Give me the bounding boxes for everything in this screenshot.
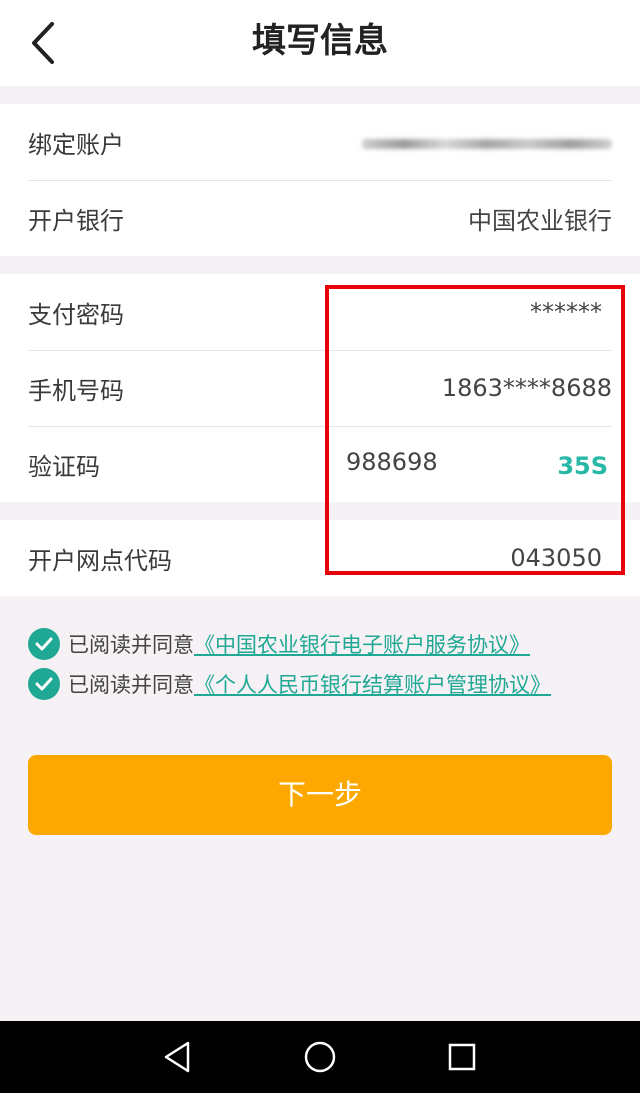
system-nav-bar <box>0 1021 640 1093</box>
app-header: 填写信息 <box>0 0 640 86</box>
bind-account-value-blurred <box>362 129 612 155</box>
bind-account-label: 绑定账户 <box>28 130 124 159</box>
pay-password-label: 支付密码 <box>28 300 124 329</box>
agreement-row: 已阅读并同意 《个人人民币银行结算账户管理协议》 <box>28 667 551 701</box>
bind-account-row: 绑定账户 <box>28 104 612 181</box>
highlight-annotation-box <box>325 285 625 575</box>
branch-code-label: 开户网点代码 <box>28 546 172 575</box>
bank-label: 开户银行 <box>28 206 124 235</box>
phone-label: 手机号码 <box>28 376 124 405</box>
agreement-prefix: 已阅读并同意 <box>68 673 194 697</box>
agreement-row: 已阅读并同意 《中国农业银行电子账户服务协议》 <box>28 627 530 661</box>
next-step-button[interactable]: 下一步 <box>28 755 612 835</box>
bank-row: 开户银行 中国农业银行 <box>28 180 612 256</box>
recent-square-icon <box>448 1043 476 1071</box>
back-triangle-icon <box>164 1041 190 1073</box>
page-title: 填写信息 <box>252 21 388 61</box>
agreement-prefix: 已阅读并同意 <box>68 633 194 657</box>
nav-recent-button[interactable] <box>444 1039 480 1075</box>
agreement-checkbox[interactable] <box>28 668 60 700</box>
agreement-checkbox[interactable] <box>28 628 60 660</box>
agreement-link-settlement[interactable]: 《个人人民币银行结算账户管理协议》 <box>194 669 551 699</box>
bank-value: 中国农业银行 <box>468 206 612 235</box>
nav-home-button[interactable] <box>302 1039 338 1075</box>
nav-back-button[interactable] <box>160 1039 196 1075</box>
verify-code-label: 验证码 <box>28 452 100 481</box>
account-section: 绑定账户 开户银行 中国农业银行 <box>0 104 640 256</box>
check-icon <box>35 637 53 651</box>
check-icon <box>35 677 53 691</box>
home-circle-icon <box>304 1041 336 1073</box>
agreement-link-service[interactable]: 《中国农业银行电子账户服务协议》 <box>194 629 530 659</box>
